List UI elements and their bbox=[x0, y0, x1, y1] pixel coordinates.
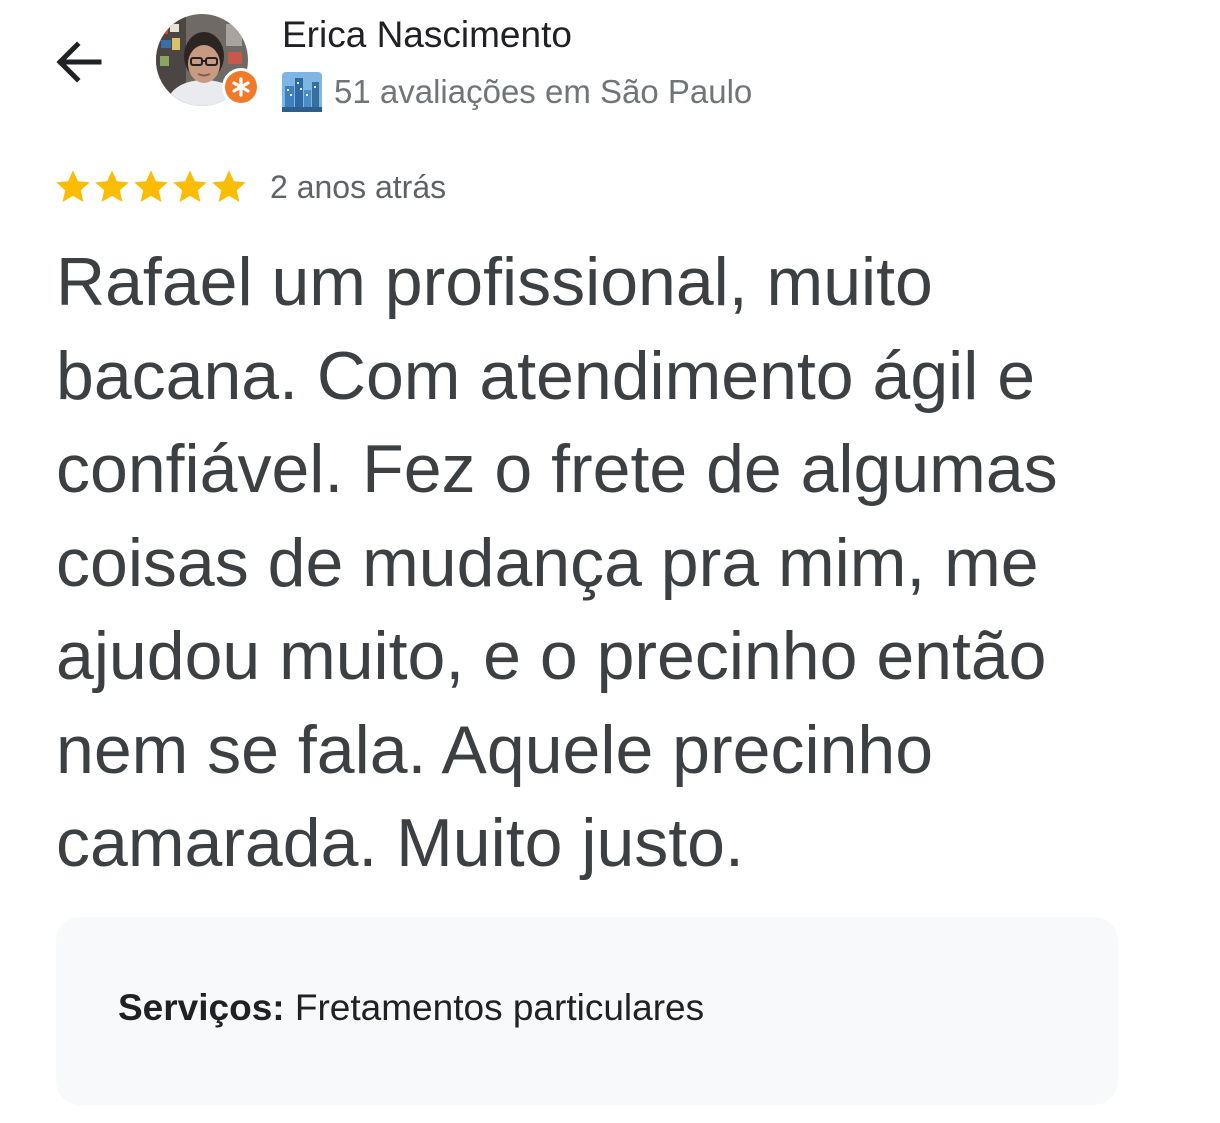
cityscape-icon bbox=[282, 72, 322, 112]
star-icon bbox=[95, 170, 129, 203]
arrow-left-icon bbox=[56, 41, 102, 83]
rating-row: 2 anos atrás bbox=[54, 168, 446, 206]
local-guide-badge bbox=[222, 68, 260, 106]
services-line: Serviços: Fretamentos particulares bbox=[118, 987, 704, 1029]
services-label: Serviços: bbox=[118, 987, 285, 1028]
user-avatar[interactable] bbox=[156, 14, 260, 106]
local-guide-star-badge bbox=[232, 77, 250, 97]
back-button[interactable] bbox=[48, 32, 108, 92]
star-icon bbox=[56, 170, 90, 203]
star-icon bbox=[212, 170, 246, 203]
user-name[interactable]: Erica Nascimento bbox=[282, 14, 572, 56]
review-date: 2 anos atrás bbox=[270, 168, 447, 205]
star-rating bbox=[54, 168, 248, 206]
reviewer-meta: 51 avaliações em São Paulo bbox=[282, 72, 752, 112]
star-icon bbox=[134, 170, 168, 203]
reviews-summary: 51 avaliações em São Paulo bbox=[334, 73, 753, 110]
services-value: Fretamentos particulares bbox=[284, 987, 705, 1028]
review-text: Rafael um profissional, muito bacana. Co… bbox=[56, 244, 1058, 881]
star-icon bbox=[173, 170, 207, 203]
services-card: Serviços: Fretamentos particulares bbox=[56, 917, 1118, 1105]
